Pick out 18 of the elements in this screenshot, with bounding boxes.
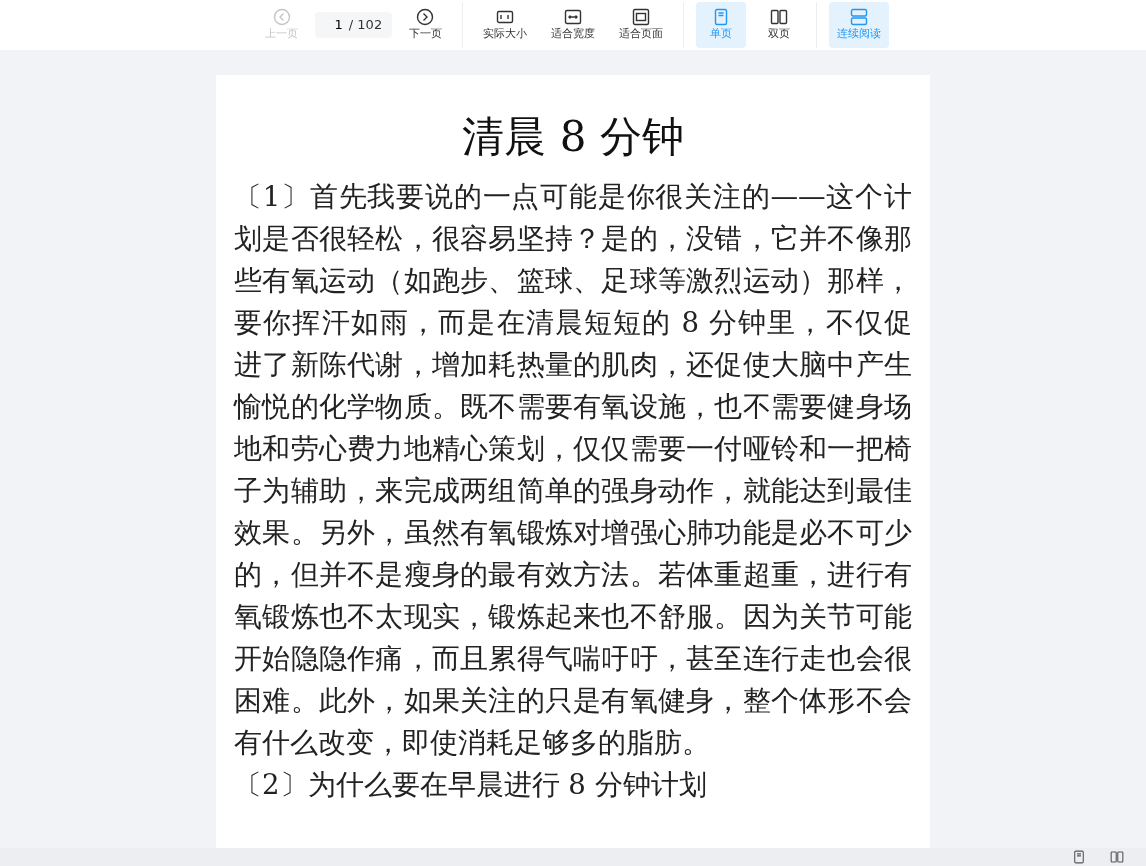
toolbar-button[interactable]: 双页 [754, 2, 805, 48]
single-page-icon[interactable] [1072, 850, 1086, 864]
body-paragraph: 〔2〕为什么要在早晨进行 8 分钟计划 [234, 767, 708, 803]
fit-width-icon [564, 7, 583, 26]
document-title: 清晨 8 分钟 [461, 111, 685, 163]
double-page-icon[interactable] [1110, 850, 1124, 864]
next-icon [416, 7, 435, 26]
toolbar-button[interactable]: 实际大小 [475, 2, 536, 48]
fit-page-icon [632, 7, 651, 26]
page-number-field[interactable]: 1 [324, 15, 343, 35]
toolbar-button[interactable]: 适合页面 [611, 2, 672, 48]
body-paragraph: 〔1〕首先我要说的一点可能是你很关注的——这个计划是否很轻松，很容易坚持？是的，没错，它并不像那些有氧运动（如跑步、篮球、足球等激烈运动）那样，要你挥汗如雨，而是在清晨短短的 8 分钟里，不仅促进了新陈代谢，增加耗热量的肌肉，还促使大脑中产生愉悦的化学物质。既不需要有氧设施，也不需要健身场地和劳心费力地精心策划，仅仅需要一付哑铃和一把椅子为辅助，来完成两组简单的强身动作，就能达到最佳效果。另外，虽然有氧锻炼对增强心肺功能是必不可少的，但并不是瘦身的最有效方法。若体重超重，进行有氧锻炼也不太现实，锻炼起来也不舒服。因为关节可能开始隐隐作痛，而且累得气喘吁吁，甚至连行走也会很困难。此外，如果关注的只是有氧健身，整个体形不会有什么改变，即使消耗足够多的脂肪。 [234, 179, 912, 761]
toolbar-button[interactable]: 适合宽度 [543, 2, 604, 48]
page-total: / 102 [348, 16, 383, 35]
toolbar-button[interactable]: 下一页 [400, 2, 451, 48]
double-page-icon [770, 7, 789, 26]
continuous-icon [850, 7, 869, 26]
previous-icon [272, 7, 291, 26]
